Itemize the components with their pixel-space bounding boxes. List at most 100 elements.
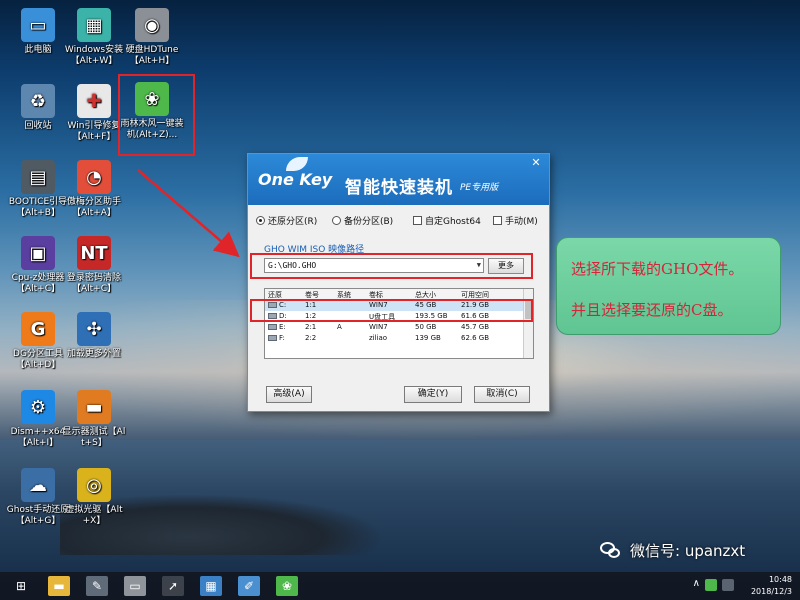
desktop-icon-dism[interactable]: ⚙ Dism++x64【Alt+I】: [6, 390, 70, 449]
leaf-logo-icon: [286, 157, 308, 171]
onekey-logo: One Key: [258, 170, 333, 189]
desktop-icon-label: 此电脑: [24, 45, 52, 55]
table-cell: 45.7 GB: [461, 323, 490, 331]
desktop-icon-cpu-z[interactable]: ▣ Cpu-z处理器【Alt+C】: [6, 236, 70, 295]
drive-letter: F:: [268, 334, 285, 342]
desktop-icon-label: 显示器测试【Alt+S】: [62, 427, 126, 448]
product-name: 智能快速装机: [345, 178, 453, 198]
ok-button[interactable]: 确定(Y): [404, 386, 462, 403]
pie-disk-icon: ◔: [77, 160, 111, 194]
desktop-icon-label: 虚拟光驱【Alt+X】: [65, 505, 123, 526]
table-cell: ziliao: [369, 334, 388, 342]
desktop-icon-load-external[interactable]: ✣ 加载更多外置: [62, 312, 126, 360]
mode-options: 还原分区(R) 备份分区(B) 自定Ghost64 手动(M): [256, 214, 546, 228]
desktop-icon-label: 硬盘HDTune【Alt+H】: [125, 45, 179, 66]
advanced-button[interactable]: 高级(A): [266, 386, 312, 403]
start-windows-icon[interactable]: ⊞: [10, 576, 32, 596]
desktop-icon-label: Dism++x64【Alt+I】: [10, 427, 66, 448]
desktop-icon-label: 加载更多外置: [66, 349, 121, 359]
desktop-icon-dg-partition[interactable]: G DG分区工具【Alt+D】: [6, 312, 70, 371]
custom-ghost-option[interactable]: 自定Ghost64: [413, 214, 481, 227]
restore-radio[interactable]: [256, 216, 265, 225]
drive-icon[interactable]: ▭: [124, 576, 146, 596]
partition-row[interactable]: F: 2:2 ziliao 139 GB 62.6 GB: [265, 333, 533, 344]
drive-letter: E:: [268, 323, 286, 331]
desktop-icon-label: BOOTICE引导【Alt+B】: [8, 197, 68, 218]
desktop-icon-win-boot-repair[interactable]: ✚ Win引导修复【Alt+F】: [62, 84, 126, 143]
desktop-icon-bootice[interactable]: ▤ BOOTICE引导【Alt+B】: [6, 160, 70, 219]
instruction-callout: 选择所下载的GHO文件。 并且选择要还原的C盘。: [556, 237, 781, 335]
custom-ghost-checkbox[interactable]: [413, 216, 422, 225]
table-cell: WIN7: [369, 323, 388, 331]
ghost-icon: ☁: [21, 468, 55, 502]
backup-option[interactable]: 备份分区(B): [332, 214, 393, 227]
clock-time: 10:48: [768, 575, 792, 584]
restore-option[interactable]: 还原分区(R): [256, 214, 317, 227]
dg-logo-icon: G: [21, 312, 55, 346]
backup-radio[interactable]: [332, 216, 341, 225]
partition-row[interactable]: E: 2:1 A WIN7 50 GB 45.7 GB: [265, 322, 533, 333]
desktop-icon-partition-assistant[interactable]: ◔ 傲梅分区助手【Alt+A】: [62, 160, 126, 219]
gears-icon: ⚙: [21, 390, 55, 424]
tray-onekey-icon[interactable]: [705, 579, 717, 591]
desktop-icon-hdtune[interactable]: ◉ 硬盘HDTune【Alt+H】: [120, 8, 184, 67]
table-cell: A: [337, 323, 342, 331]
wechat-icon: [600, 541, 622, 560]
nt-key-icon: NT: [77, 236, 111, 270]
drive-icon: [268, 324, 277, 330]
taskbar: ⊞ ▬ ✎ ▭ ➚ ▦ ✐ ❀ ∧ 10:48 2018/12/3: [0, 572, 800, 600]
desktop-icon-virtual-drive[interactable]: ◎ 虚拟光驱【Alt+X】: [62, 468, 126, 527]
monitor-icon: ▬: [77, 390, 111, 424]
desktop-icon-label: DG分区工具【Alt+D】: [13, 349, 63, 370]
desktop-icon-this-pc[interactable]: ▭ 此电脑: [6, 8, 70, 56]
cancel-button[interactable]: 取消(C): [474, 386, 530, 403]
onekey-dialog: One Key 智能快速装机 PE专用版 ✕ 还原分区(R) 备份分区(B) 自…: [247, 153, 550, 412]
tools-icon[interactable]: ✎: [86, 576, 108, 596]
computer-icon: ▭: [21, 8, 55, 42]
callout-line-1: 选择所下载的GHO文件。: [571, 260, 744, 278]
system-clock[interactable]: 10:48 2018/12/3: [751, 574, 792, 598]
desktop-icon-label: 回收站: [24, 121, 52, 131]
recycle-bin-icon: ♻: [21, 84, 55, 118]
manual-option[interactable]: 手动(M): [493, 214, 538, 227]
table-cell: 139 GB: [415, 334, 441, 342]
desktop-icon-label: 登录密码清除【Alt+C】: [66, 273, 121, 294]
table-cell: 2:2: [305, 334, 317, 342]
icon-highlight-box: [118, 74, 195, 156]
pen-app-icon[interactable]: ✐: [238, 576, 260, 596]
desktop-icon-password-clear[interactable]: NT 登录密码清除【Alt+C】: [62, 236, 126, 295]
manual-checkbox[interactable]: [493, 216, 502, 225]
watermark-text: 微信号: upanzxt: [630, 542, 746, 560]
c-drive-highlight-box: [250, 299, 533, 322]
cursor-tool-icon[interactable]: ➚: [162, 576, 184, 596]
cd-drive-icon: ◎: [77, 468, 111, 502]
tray-network-icon[interactable]: [722, 579, 734, 591]
desktop-icon-recycle-bin[interactable]: ♻ 回收站: [6, 84, 70, 132]
onekey-taskbar-icon[interactable]: ❀: [276, 576, 298, 596]
windows-install-icon: ▦: [77, 8, 111, 42]
table-cell: 2:1: [305, 323, 317, 331]
cpu-chip-icon: ▣: [21, 236, 55, 270]
desktop-icon-ghost-manual[interactable]: ☁ Ghost手动还原【Alt+G】: [6, 468, 70, 527]
close-button[interactable]: ✕: [529, 156, 543, 170]
desktop-icon-label: Ghost手动还原【Alt+G】: [6, 505, 70, 526]
tray-chevron-icon[interactable]: ∧: [693, 578, 700, 589]
table-cell: 62.6 GB: [461, 334, 490, 342]
hdd-icon: ◉: [135, 8, 169, 42]
clock-date: 2018/12/3: [750, 587, 792, 596]
desktop-icon-label: Windows安装【Alt+W】: [64, 45, 124, 66]
expand-arrows-icon: ✣: [77, 312, 111, 346]
first-aid-kit-icon: ✚: [77, 84, 111, 118]
network-icon[interactable]: ▦: [200, 576, 222, 596]
desktop-icon-label: 傲梅分区助手【Alt+A】: [66, 197, 121, 218]
desktop-icon-windows-install[interactable]: ▦ Windows安装【Alt+W】: [62, 8, 126, 67]
desktop-icon-label: Win引导修复【Alt+F】: [67, 121, 121, 142]
wechat-watermark: 微信号: upanzxt: [600, 540, 745, 561]
callout-line-2: 并且选择要还原的C盘。: [571, 301, 733, 319]
file-explorer-icon[interactable]: ▬: [48, 576, 70, 596]
floppy-icon: ▤: [21, 160, 55, 194]
desktop-icon-display-test[interactable]: ▬ 显示器测试【Alt+S】: [62, 390, 126, 449]
drive-icon: [268, 335, 277, 341]
path-highlight-box: [250, 253, 533, 279]
dialog-header: One Key 智能快速装机 PE专用版 ✕: [248, 154, 549, 205]
